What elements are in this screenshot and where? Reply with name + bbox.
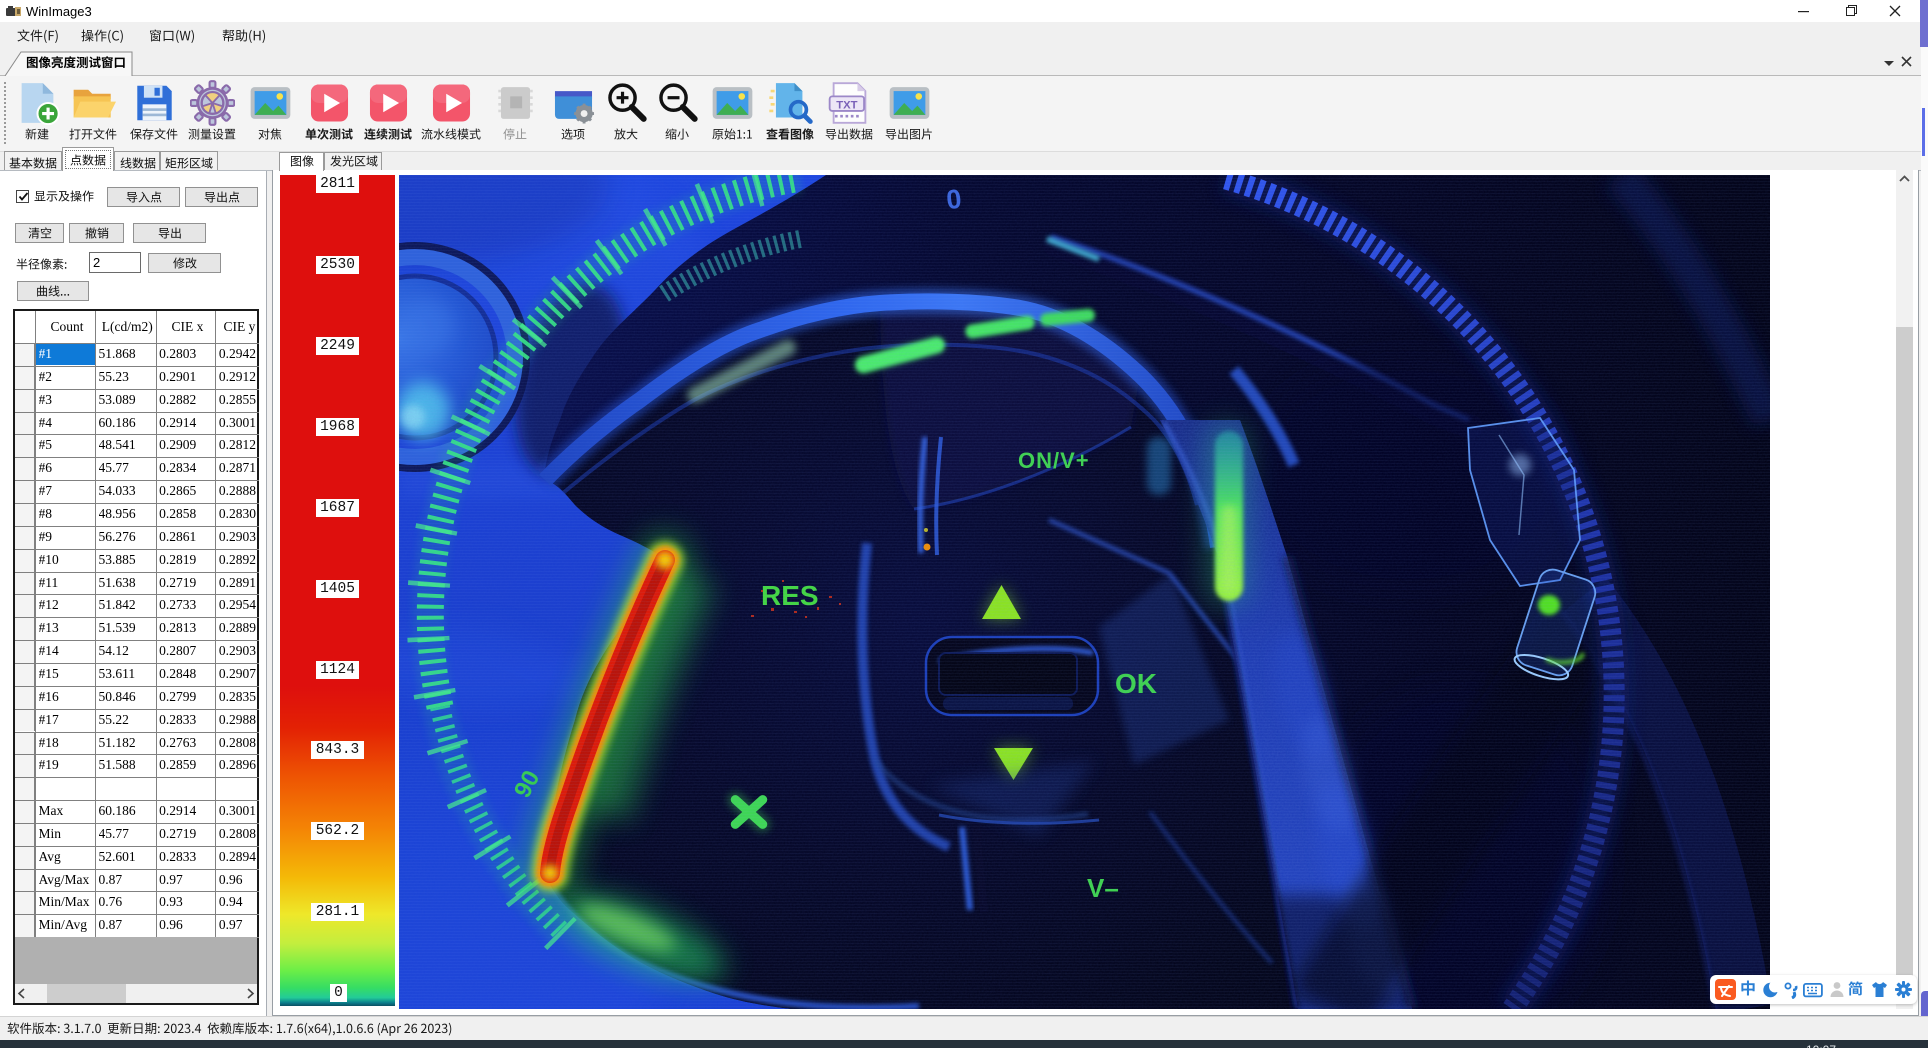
svg-text:TXT: TXT: [836, 99, 857, 111]
